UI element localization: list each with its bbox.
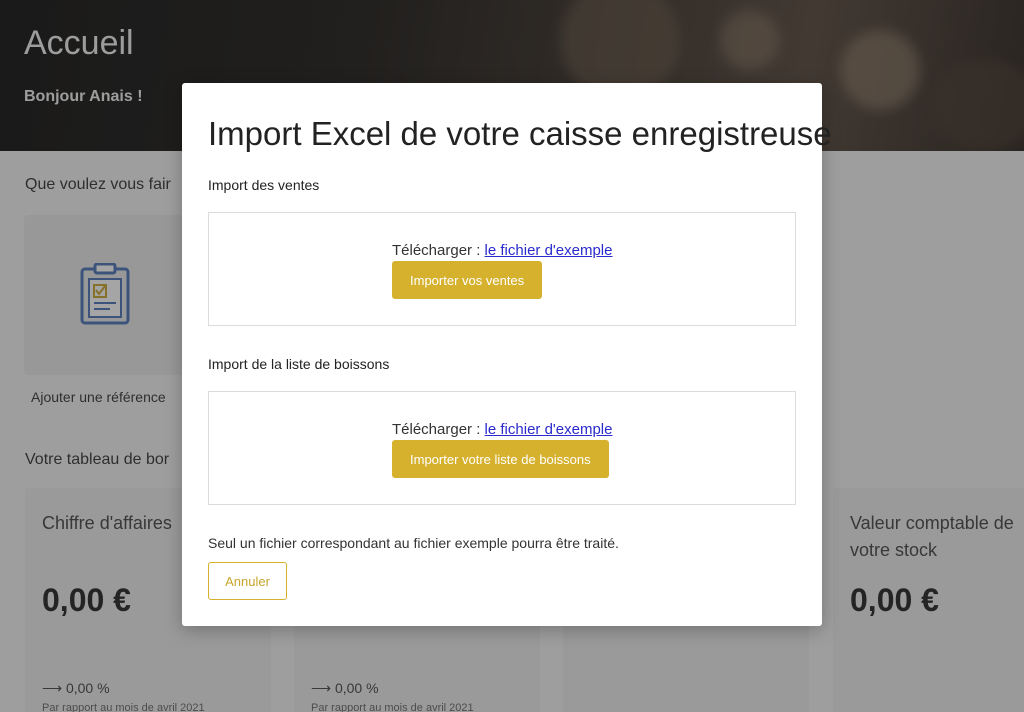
sales-example-file-link[interactable]: le fichier d'exemple [485,242,613,259]
sales-import-box: Télécharger : le fichier d'exemple Impor… [208,212,796,326]
drinks-example-file-link[interactable]: le fichier d'exemple [485,421,613,438]
cancel-button[interactable]: Annuler [208,562,287,600]
download-prefix: Télécharger : [392,421,485,438]
import-sales-button[interactable]: Importer vos ventes [392,261,543,299]
drinks-import-box: Télécharger : le fichier d'exemple Impor… [208,391,796,505]
import-drinks-button[interactable]: Importer votre liste de boissons [392,440,609,478]
file-format-note: Seul un fichier correspondant au fichier… [208,535,619,551]
sales-import-heading: Import des ventes [208,177,320,193]
drinks-import-heading: Import de la liste de boissons [208,356,390,372]
modal-title: Import Excel de votre caisse enregistreu… [208,115,832,152]
download-prefix: Télécharger : [392,242,485,259]
import-excel-modal: Import Excel de votre caisse enregistreu… [182,83,832,626]
sales-download-line: Télécharger : le fichier d'exemple [392,242,612,259]
drinks-download-line: Télécharger : le fichier d'exemple [392,421,612,438]
